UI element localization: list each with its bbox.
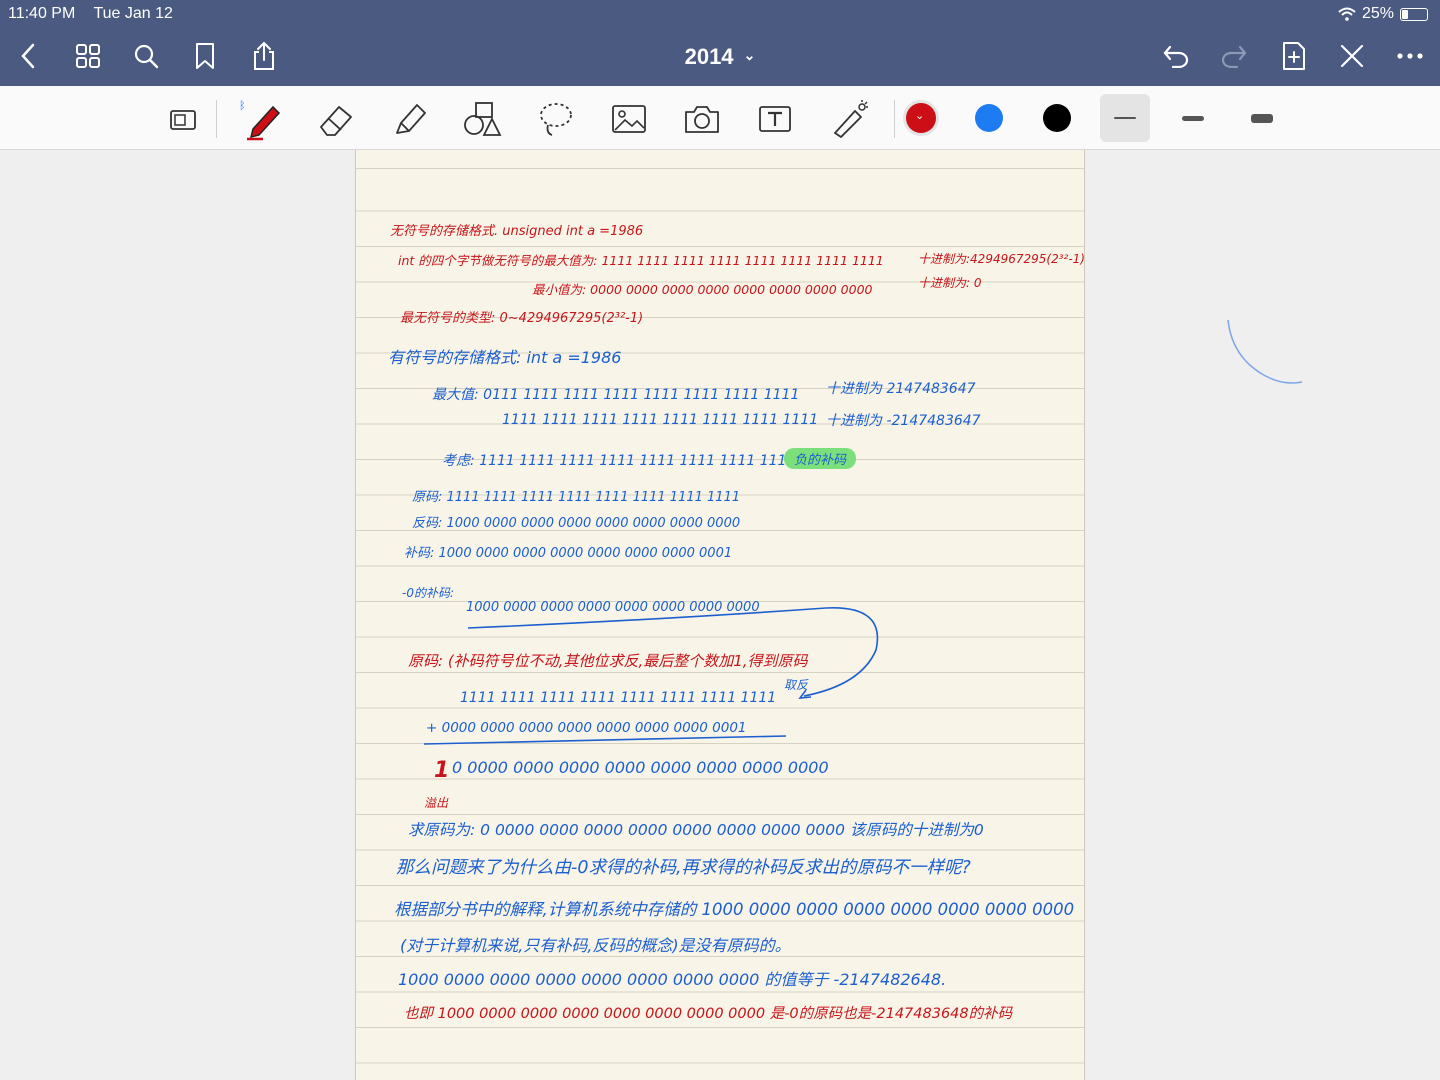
pen-tool[interactable]: ᛒ — [236, 94, 286, 144]
bookmark-button[interactable] — [185, 36, 225, 76]
highlighter-icon — [396, 104, 426, 134]
add-page-button[interactable] — [1274, 36, 1314, 76]
eraser-icon — [320, 106, 352, 136]
tablet-pen-icon — [170, 110, 196, 130]
redo-icon — [1221, 45, 1247, 68]
status-bar: 11:40 PM Tue Jan 12 — [8, 5, 187, 23]
back-button[interactable] — [8, 36, 48, 76]
laser-pointer-tool[interactable] — [824, 94, 874, 144]
share-button[interactable] — [244, 36, 284, 76]
share-icon — [254, 41, 274, 70]
more-dots-icon — [1397, 53, 1423, 59]
text-tool[interactable] — [750, 94, 800, 144]
color-swatch-blue[interactable] — [975, 104, 1003, 132]
text-box-icon — [759, 106, 791, 132]
shapes-icon — [464, 102, 502, 136]
close-toolbar-button[interactable] — [1332, 36, 1372, 76]
more-button[interactable] — [1390, 36, 1430, 76]
note-page[interactable]: 无符号的存储格式. unsigned int a =1986 int 的四个字节… — [355, 150, 1085, 1080]
search-button[interactable] — [126, 36, 166, 76]
highlighter-tool[interactable] — [384, 94, 434, 144]
stroke-thin[interactable] — [1100, 94, 1150, 142]
redo-button[interactable] — [1214, 36, 1254, 76]
ink-stroke — [1227, 319, 1303, 384]
camera-icon — [685, 106, 719, 133]
pencil-off-icon — [1340, 44, 1364, 68]
color-swatch-red[interactable]: ⌄ — [906, 103, 936, 133]
eraser-tool[interactable] — [310, 94, 360, 144]
image-icon — [612, 105, 646, 133]
toolbar-divider — [894, 100, 895, 138]
svg-text:ᛒ: ᛒ — [239, 99, 246, 112]
chevron-down-icon: ⌄ — [915, 110, 925, 122]
lasso-tool[interactable] — [531, 94, 581, 144]
thumbnails-button[interactable] — [68, 36, 108, 76]
add-page-icon — [1283, 42, 1305, 70]
undo-icon — [1163, 45, 1189, 68]
ink-strokes — [423, 607, 879, 745]
bookmark-icon — [196, 43, 214, 69]
pen-icon: ᛒ — [239, 99, 281, 141]
shape-tool[interactable] — [457, 94, 507, 144]
nav-bar: 2014 ⌄ — [0, 36, 1440, 80]
image-tool[interactable] — [604, 94, 654, 144]
battery-percent: 25% — [1361, 5, 1394, 22]
color-swatch-black[interactable] — [1043, 104, 1071, 132]
chevron-down-icon[interactable]: ⌄ — [744, 47, 756, 63]
stroke-medium[interactable] — [1168, 94, 1218, 142]
lasso-icon — [540, 103, 572, 136]
chevron-left-icon — [21, 43, 35, 69]
top-bar: 11:40 PM Tue Jan 12 25% 2014 ⌄ — [0, 0, 1440, 86]
read-mode-button[interactable] — [158, 94, 208, 144]
undo-button[interactable] — [1156, 36, 1196, 76]
camera-tool[interactable] — [677, 94, 727, 144]
status-date: Tue Jan 12 — [93, 5, 173, 22]
tool-bar: ᛒ ⌄ — [0, 86, 1440, 150]
status-time: 11:40 PM — [8, 5, 76, 22]
wifi-icon — [1338, 7, 1356, 21]
search-icon — [134, 44, 159, 69]
toolbar-divider — [216, 100, 217, 138]
status-right: 25% — [1338, 5, 1428, 23]
battery-icon — [1400, 7, 1428, 21]
stroke-thick[interactable] — [1237, 94, 1287, 142]
grid-icon — [76, 44, 100, 68]
laser-pointer-icon — [834, 100, 868, 138]
document-title[interactable]: 2014 — [685, 44, 734, 69]
